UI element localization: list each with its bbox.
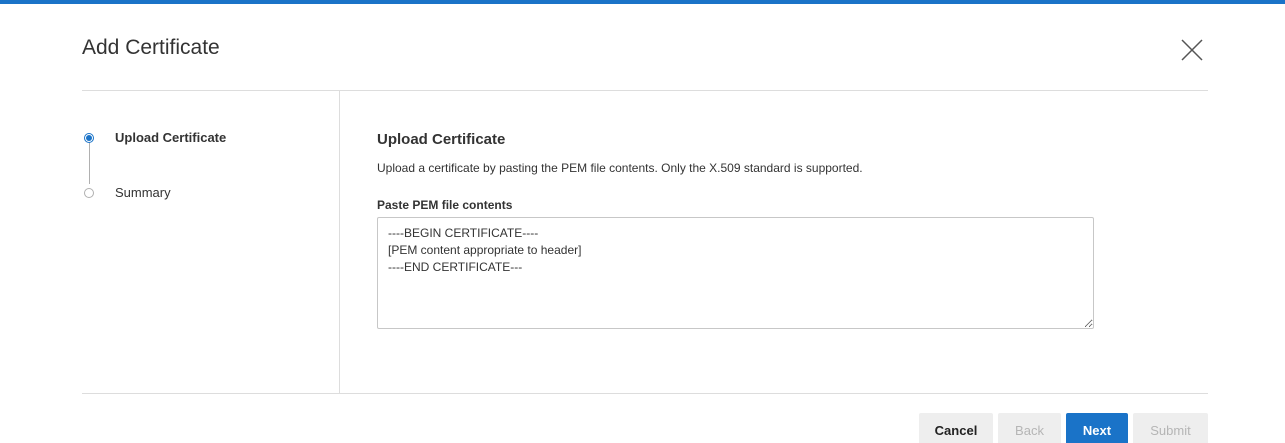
- back-button[interactable]: Back: [998, 413, 1061, 443]
- wizard-step-connector: [89, 142, 90, 184]
- wizard-step-summary[interactable]: Summary: [84, 185, 171, 200]
- header-divider: [82, 90, 1208, 91]
- step-active-indicator-icon: [84, 132, 94, 143]
- cancel-button[interactable]: Cancel: [919, 413, 993, 443]
- wizard-step-label: Summary: [115, 185, 171, 200]
- dialog-title: Add Certificate: [82, 36, 220, 59]
- close-icon: [1181, 39, 1203, 61]
- close-button[interactable]: [1178, 36, 1206, 64]
- wizard-step-label: Upload Certificate: [115, 130, 227, 145]
- section-title: Upload Certificate: [377, 131, 506, 148]
- section-description: Upload a certificate by pasting the PEM …: [377, 161, 863, 175]
- footer-divider: [82, 393, 1208, 394]
- step-inactive-indicator-icon: [84, 187, 94, 198]
- add-certificate-dialog: Add Certificate Upload Certificate Summa…: [0, 0, 1285, 443]
- wizard-step-upload-certificate[interactable]: Upload Certificate: [84, 130, 226, 145]
- pem-contents-textarea[interactable]: [377, 217, 1094, 329]
- next-button[interactable]: Next: [1066, 413, 1128, 443]
- wizard-divider: [339, 91, 340, 393]
- submit-button[interactable]: Submit: [1133, 413, 1208, 443]
- pem-field-label: Paste PEM file contents: [377, 198, 513, 212]
